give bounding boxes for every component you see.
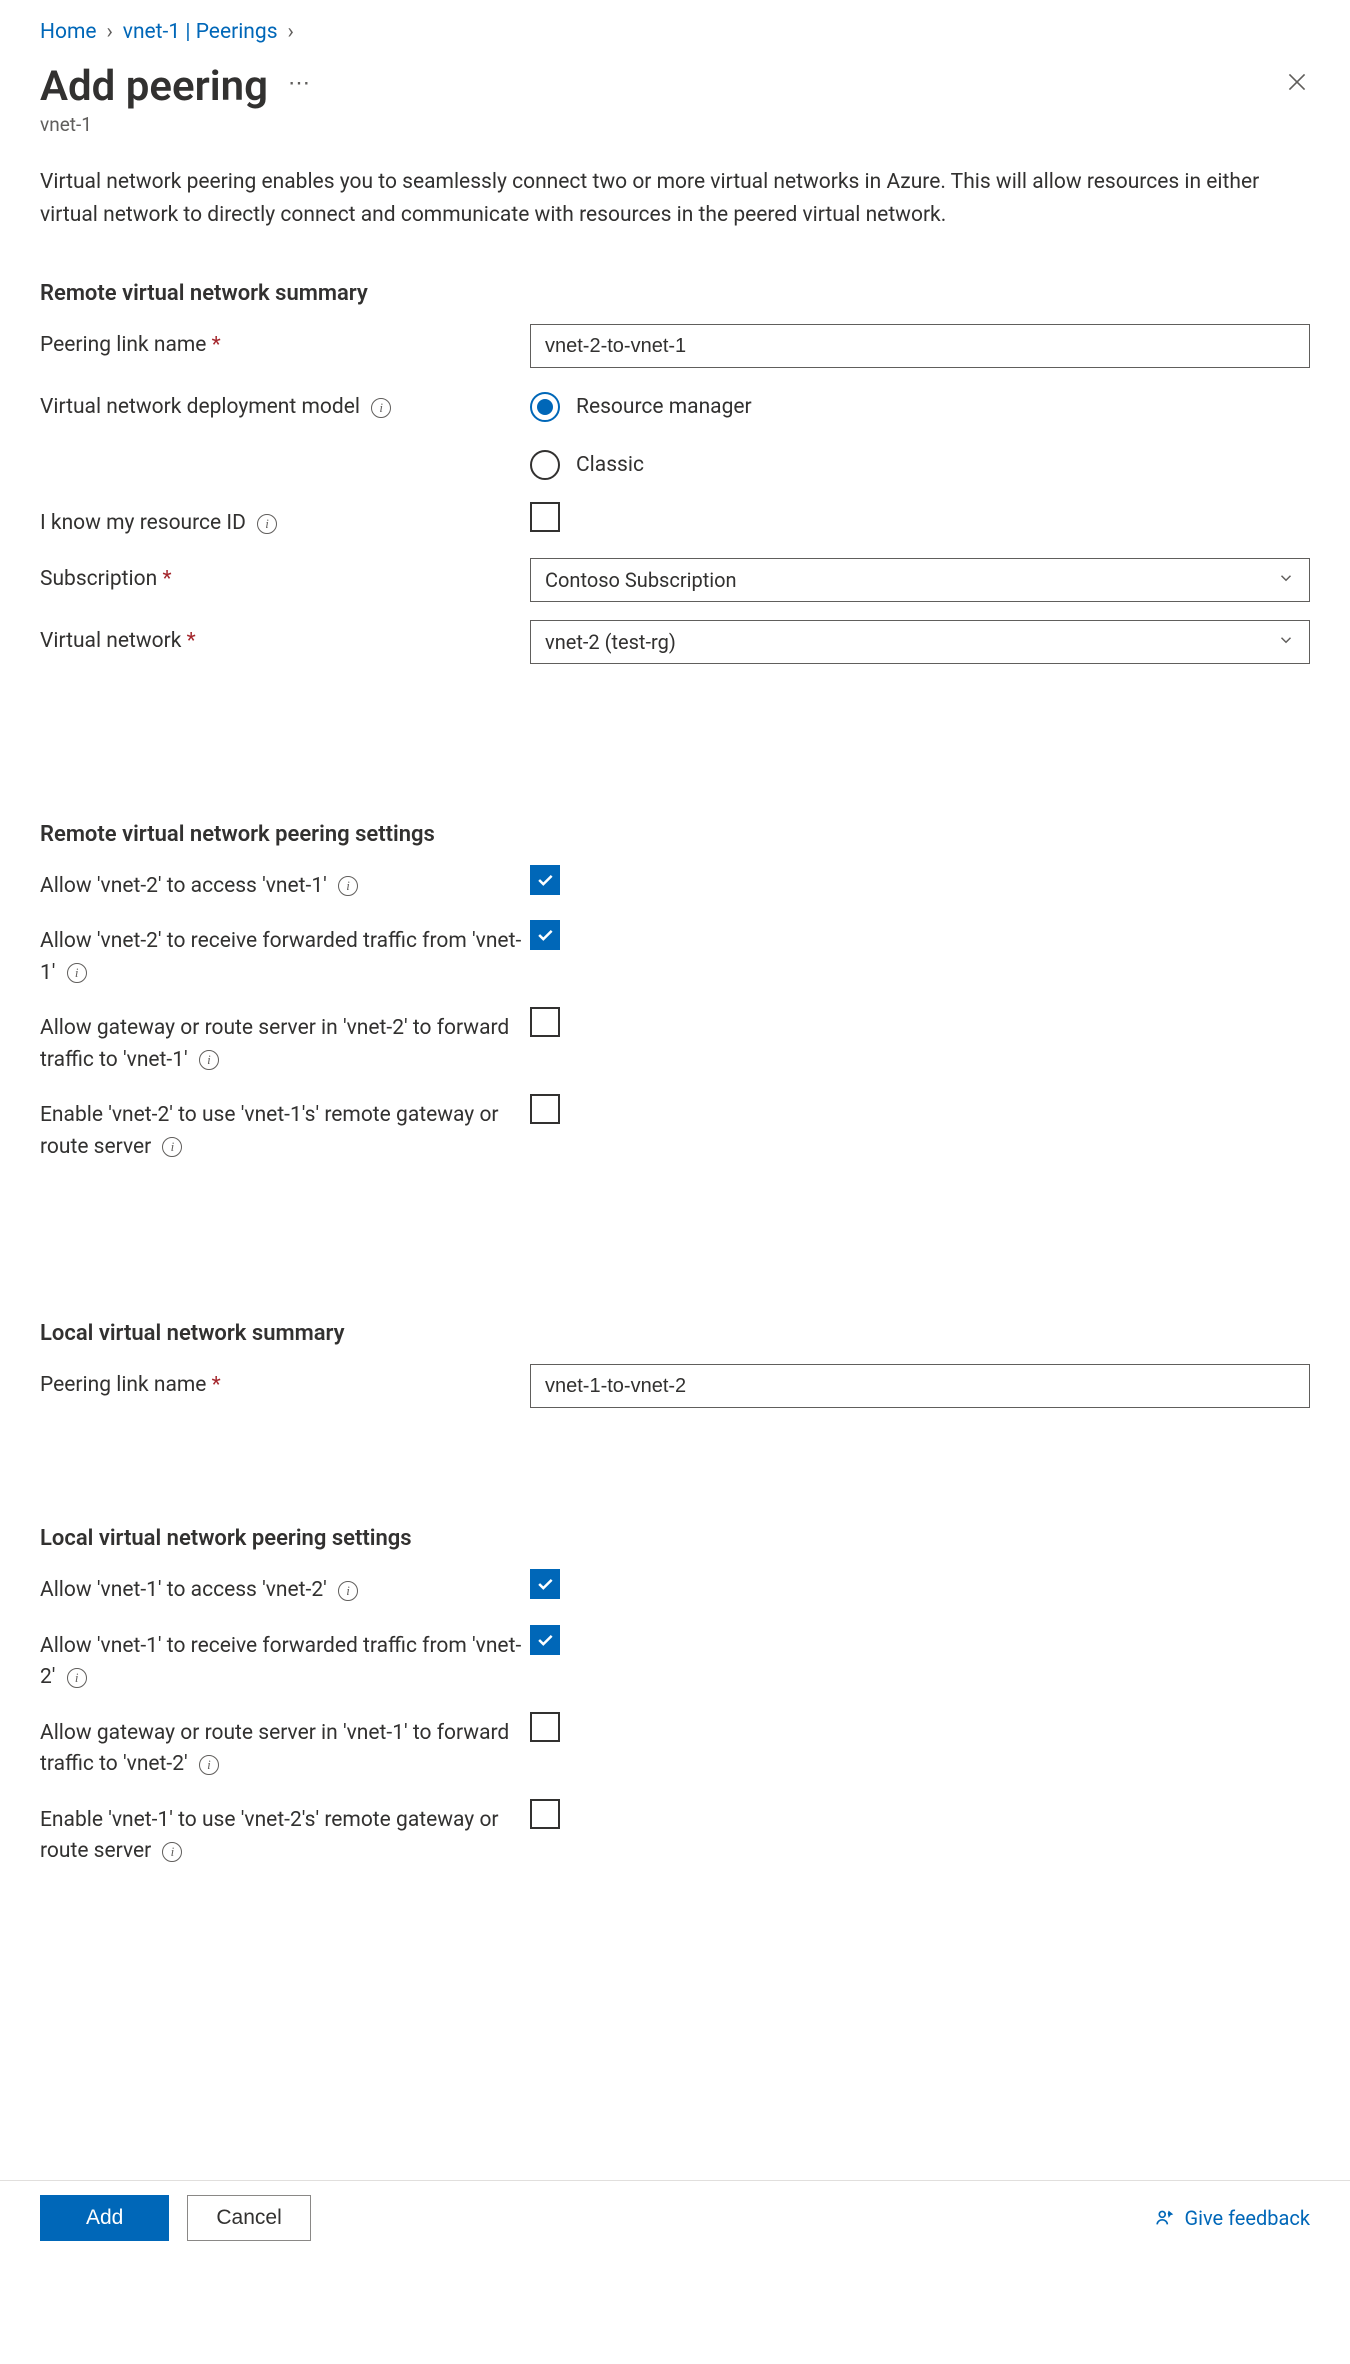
- label-remote-allow-access: Allow 'vnet-2' to access 'vnet-1' i: [40, 865, 530, 903]
- footer: Add Cancel Give feedback: [0, 2180, 1350, 2255]
- info-icon[interactable]: i: [338, 1581, 358, 1601]
- section-remote-settings: Remote virtual network peering settings: [40, 822, 1310, 847]
- label-virtual-network: Virtual network *: [40, 620, 530, 658]
- breadcrumb-home[interactable]: Home: [40, 20, 97, 44]
- info-icon[interactable]: i: [199, 1050, 219, 1070]
- subscription-value: Contoso Subscription: [545, 568, 737, 592]
- label-remote-allow-gateway: Allow gateway or route server in 'vnet-2…: [40, 1007, 530, 1076]
- checkbox-remote-use-gateway[interactable]: [530, 1094, 560, 1124]
- checkbox-local-use-gateway[interactable]: [530, 1799, 560, 1829]
- give-feedback-label: Give feedback: [1184, 2206, 1310, 2230]
- section-remote-summary: Remote virtual network summary: [40, 281, 1310, 306]
- page-title: Add peering: [40, 62, 268, 111]
- breadcrumb-parent[interactable]: vnet-1 | Peerings: [123, 20, 278, 44]
- radio-classic[interactable]: Classic: [530, 450, 1310, 480]
- chevron-right-icon: ›: [100, 20, 118, 44]
- label-deployment-model: Virtual network deployment model i: [40, 386, 530, 424]
- checkbox-local-allow-gateway[interactable]: [530, 1712, 560, 1742]
- remote-peering-link-name-input[interactable]: [530, 324, 1310, 368]
- label-remote-peering-link-name: Peering link name *: [40, 324, 530, 362]
- info-icon[interactable]: i: [338, 876, 358, 896]
- checkbox-local-allow-access[interactable]: [530, 1569, 560, 1599]
- label-local-allow-gateway: Allow gateway or route server in 'vnet-1…: [40, 1712, 530, 1781]
- info-icon[interactable]: i: [67, 963, 87, 983]
- page-subtitle: vnet-1: [40, 113, 1310, 136]
- subscription-select[interactable]: Contoso Subscription: [530, 558, 1310, 602]
- label-remote-use-gateway: Enable 'vnet-2' to use 'vnet-1's' remote…: [40, 1094, 530, 1163]
- chevron-right-icon: ›: [282, 20, 300, 44]
- cancel-button[interactable]: Cancel: [187, 2195, 310, 2241]
- label-local-peering-link-name: Peering link name *: [40, 1364, 530, 1402]
- page-description: Virtual network peering enables you to s…: [40, 166, 1310, 231]
- add-button[interactable]: Add: [40, 2195, 169, 2241]
- label-local-allow-forwarded: Allow 'vnet-1' to receive forwarded traf…: [40, 1625, 530, 1694]
- radio-resource-manager[interactable]: Resource manager: [530, 392, 1310, 422]
- info-icon[interactable]: i: [199, 1755, 219, 1775]
- chevron-down-icon: [1277, 630, 1295, 654]
- label-local-use-gateway: Enable 'vnet-1' to use 'vnet-2's' remote…: [40, 1799, 530, 1868]
- close-button[interactable]: [1284, 69, 1310, 99]
- label-subscription: Subscription *: [40, 558, 530, 596]
- feedback-icon: [1154, 2207, 1176, 2229]
- info-icon[interactable]: i: [257, 514, 277, 534]
- give-feedback-link[interactable]: Give feedback: [1154, 2206, 1310, 2230]
- section-local-settings: Local virtual network peering settings: [40, 1526, 1310, 1551]
- info-icon[interactable]: i: [67, 1668, 87, 1688]
- info-icon[interactable]: i: [162, 1137, 182, 1157]
- chevron-down-icon: [1277, 568, 1295, 592]
- section-local-summary: Local virtual network summary: [40, 1321, 1310, 1346]
- local-peering-link-name-input[interactable]: [530, 1364, 1310, 1408]
- label-local-allow-access: Allow 'vnet-1' to access 'vnet-2' i: [40, 1569, 530, 1607]
- checkbox-remote-allow-gateway[interactable]: [530, 1007, 560, 1037]
- radio-classic-label: Classic: [576, 453, 644, 477]
- radio-resource-manager-label: Resource manager: [576, 395, 752, 419]
- checkbox-remote-allow-access[interactable]: [530, 865, 560, 895]
- info-icon[interactable]: i: [162, 1842, 182, 1862]
- checkbox-local-allow-forwarded[interactable]: [530, 1625, 560, 1655]
- virtual-network-value: vnet-2 (test-rg): [545, 630, 676, 654]
- more-menu-icon[interactable]: ⋯: [288, 71, 310, 96]
- label-remote-allow-forwarded: Allow 'vnet-2' to receive forwarded traf…: [40, 920, 530, 989]
- label-know-resource-id: I know my resource ID i: [40, 502, 530, 540]
- info-icon[interactable]: i: [371, 398, 391, 418]
- breadcrumb: Home › vnet-1 | Peerings ›: [40, 20, 1310, 44]
- checkbox-remote-allow-forwarded[interactable]: [530, 920, 560, 950]
- checkbox-know-resource-id[interactable]: [530, 502, 560, 532]
- virtual-network-select[interactable]: vnet-2 (test-rg): [530, 620, 1310, 664]
